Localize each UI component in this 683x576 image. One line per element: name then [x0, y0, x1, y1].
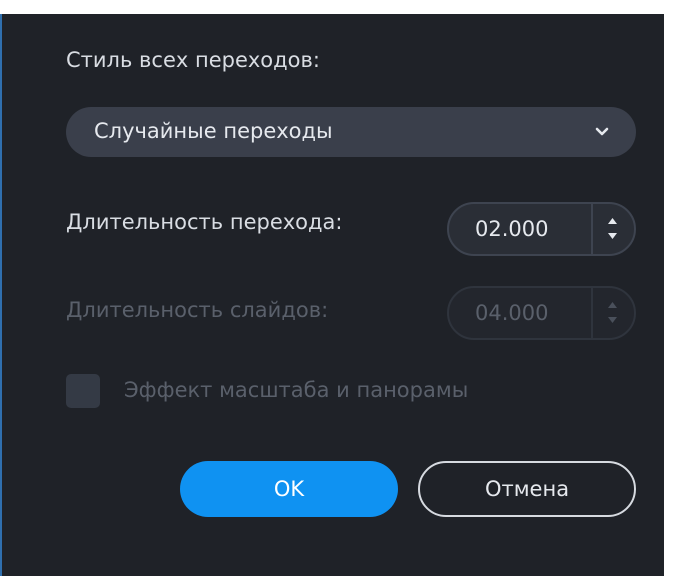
cancel-button[interactable]: Отмена	[418, 461, 636, 517]
arrow-down-icon	[608, 317, 617, 323]
pan-zoom-checkbox[interactable]	[66, 374, 100, 408]
arrow-up-icon	[608, 218, 617, 224]
chevron-down-icon	[595, 127, 609, 136]
transition-style-value: Случайные переходы	[94, 119, 333, 143]
slide-duration-value[interactable]: 04.000	[475, 301, 548, 325]
transition-duration-stepper[interactable]: 02.000	[447, 202, 636, 256]
slide-duration-label: Длительность слайдов:	[66, 298, 329, 322]
stepper-arrows	[608, 218, 617, 239]
stepper-arrows	[608, 302, 617, 323]
arrow-down-icon	[608, 233, 617, 239]
pan-zoom-label: Эффект масштаба и панорамы	[124, 378, 469, 402]
transition-duration-value[interactable]: 02.000	[475, 217, 548, 241]
slide-duration-stepper[interactable]: 04.000	[447, 286, 636, 340]
window-edge	[0, 14, 2, 576]
transition-style-label: Стиль всех переходов:	[66, 48, 320, 72]
transition-duration-label: Длительность перехода:	[66, 210, 343, 234]
arrow-up-icon	[608, 302, 617, 308]
transition-style-dropdown[interactable]: Случайные переходы	[66, 107, 636, 157]
ok-button[interactable]: OK	[180, 461, 398, 517]
